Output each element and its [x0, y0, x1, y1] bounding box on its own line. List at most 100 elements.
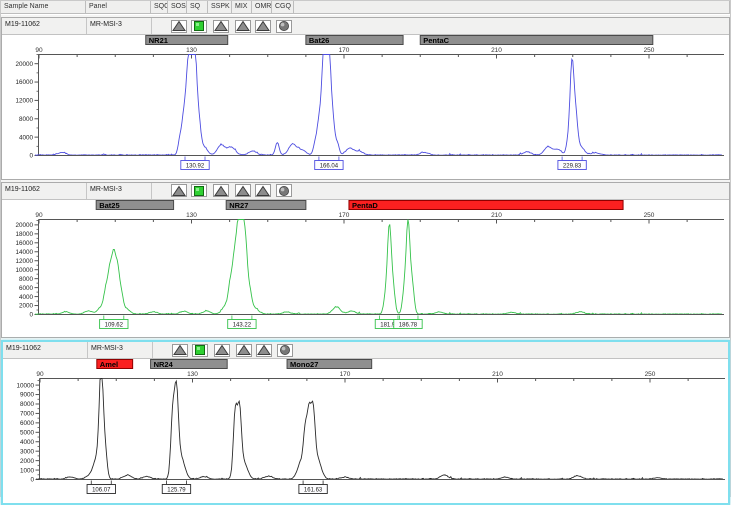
warning-triangle-icon — [237, 344, 251, 356]
sq-flag-button[interactable] — [191, 184, 207, 197]
svg-text:170: 170 — [339, 47, 350, 54]
column-header-sample-name[interactable]: Sample Name — [1, 1, 86, 14]
omr-flag-button[interactable] — [256, 344, 272, 357]
column-header-omr[interactable]: OMR — [252, 1, 272, 14]
sq-flag-button[interactable] — [191, 20, 207, 33]
warning-triangle-icon — [172, 185, 186, 197]
sample-panel-3[interactable]: M19-11062MR-MSI-3AmelNR24Mono27901301702… — [1, 340, 730, 505]
peak-size-label[interactable]: 166.04 — [315, 157, 343, 170]
cgq-flag-cell[interactable] — [274, 342, 296, 358]
electropherogram-plot[interactable]: Bat25NR27PentaD9013017021025002000400060… — [2, 200, 729, 333]
sq-flag-button[interactable] — [192, 344, 208, 357]
panel-name-cell[interactable]: MR-MSI-3 — [88, 342, 153, 358]
omr-flag-button[interactable] — [255, 20, 271, 33]
svg-text:4000: 4000 — [20, 439, 35, 446]
peak-size-label[interactable]: 130.92 — [181, 157, 209, 170]
sample-panel-2[interactable]: M19-11062MR-MSI-3Bat25NR27PentaD90130170… — [1, 182, 730, 339]
gray-sphere-icon — [277, 20, 291, 32]
sspk-flag-cell[interactable] — [210, 342, 234, 358]
column-header-sspk[interactable]: SSPK — [208, 1, 232, 14]
warning-triangle-icon — [256, 20, 270, 32]
sspk-flag-cell[interactable] — [209, 183, 233, 199]
svg-text:0: 0 — [30, 477, 34, 484]
sos-flag-cell[interactable] — [170, 342, 189, 358]
sample-row[interactable]: M19-11062MR-MSI-3 — [2, 18, 729, 35]
warning-triangle-icon — [214, 20, 228, 32]
cgq-flag-cell[interactable] — [273, 18, 295, 34]
omr-flag-cell[interactable] — [253, 18, 273, 34]
svg-text:250: 250 — [645, 371, 656, 378]
svg-text:10000: 10000 — [16, 382, 34, 389]
sspk-flag-button[interactable] — [213, 184, 229, 197]
chart-area[interactable]: NR21Bat26PentaC9013017021025004000800012… — [2, 35, 729, 179]
sqo-flag-cell — [153, 342, 170, 358]
sos-flag-button[interactable] — [171, 184, 187, 197]
svg-text:8000: 8000 — [19, 275, 34, 282]
peak-size-label[interactable]: 229.83 — [558, 157, 586, 170]
chart-area[interactable]: AmelNR24Mono2790130170210250010002000300… — [3, 359, 728, 503]
column-header-mix[interactable]: MIX — [232, 1, 252, 14]
svg-text:8000: 8000 — [19, 116, 34, 123]
green-square-icon — [193, 344, 207, 356]
sspk-flag-button[interactable] — [213, 20, 229, 33]
mix-flag-cell[interactable] — [233, 18, 253, 34]
mix-flag-cell[interactable] — [233, 183, 253, 199]
peak-size-label[interactable]: 161.63 — [299, 481, 327, 494]
electropherogram-plot[interactable]: AmelNR24Mono2790130170210250010002000300… — [3, 359, 730, 498]
marker-bar-bat25: Bat25 — [96, 200, 173, 210]
sample-panel-1[interactable]: M19-11062MR-MSI-3NR21Bat26PentaC90130170… — [1, 17, 730, 180]
sos-flag-button[interactable] — [172, 344, 188, 357]
cgq-flag-button[interactable] — [276, 184, 292, 197]
panel-name-cell[interactable]: MR-MSI-3 — [87, 18, 152, 34]
warning-triangle-icon — [256, 185, 270, 197]
svg-text:NR21: NR21 — [149, 36, 168, 45]
sspk-flag-cell[interactable] — [209, 18, 233, 34]
sq-flag-cell[interactable] — [188, 183, 209, 199]
electropherogram-plot[interactable]: NR21Bat26PentaC9013017021025004000800012… — [2, 35, 729, 174]
mix-flag-button[interactable] — [236, 344, 252, 357]
sos-flag-button[interactable] — [171, 20, 187, 33]
row-filler — [296, 342, 728, 358]
warning-triangle-icon — [236, 20, 250, 32]
trace-line — [35, 55, 721, 156]
peak-size-label[interactable]: 143.22 — [228, 315, 256, 328]
omr-flag-cell[interactable] — [254, 342, 274, 358]
warning-triangle-icon — [236, 185, 250, 197]
marker-bar-nr24: NR24 — [151, 360, 228, 370]
cgq-flag-button[interactable] — [276, 20, 292, 33]
sos-flag-cell[interactable] — [169, 183, 188, 199]
peak-size-label[interactable]: 106.07 — [87, 481, 115, 494]
column-header-cgq[interactable]: CGQ — [272, 1, 294, 14]
sample-name-cell[interactable]: M19-11062 — [3, 342, 88, 358]
mix-flag-cell[interactable] — [234, 342, 254, 358]
svg-text:210: 210 — [492, 371, 503, 378]
sample-row[interactable]: M19-11062MR-MSI-3 — [2, 183, 729, 200]
sample-name-cell[interactable]: M19-11062 — [2, 183, 87, 199]
sos-flag-cell[interactable] — [169, 18, 188, 34]
svg-text:4000: 4000 — [19, 293, 34, 300]
svg-text:90: 90 — [35, 47, 43, 54]
column-header-sqo[interactable]: SQO — [151, 1, 168, 14]
sample-name-cell[interactable]: M19-11062 — [2, 18, 87, 34]
svg-text:210: 210 — [491, 47, 502, 54]
omr-flag-cell[interactable] — [253, 183, 273, 199]
svg-text:130: 130 — [187, 371, 198, 378]
sq-flag-cell[interactable] — [188, 18, 209, 34]
column-header-panel[interactable]: Panel — [86, 1, 151, 14]
chart-area[interactable]: Bat25NR27PentaD9013017021025002000400060… — [2, 200, 729, 338]
cgq-flag-button[interactable] — [277, 344, 293, 357]
peak-size-label[interactable]: 186.78 — [394, 315, 422, 328]
omr-flag-button[interactable] — [255, 184, 271, 197]
mix-flag-button[interactable] — [235, 184, 251, 197]
sample-row[interactable]: M19-11062MR-MSI-3 — [3, 342, 728, 359]
warning-triangle-icon — [214, 185, 228, 197]
column-header-sos[interactable]: SOS — [168, 1, 187, 14]
peak-size-label[interactable]: 109.62 — [100, 315, 128, 328]
peak-size-label[interactable]: 125.79 — [162, 481, 190, 494]
cgq-flag-cell[interactable] — [273, 183, 295, 199]
sspk-flag-button[interactable] — [214, 344, 230, 357]
sq-flag-cell[interactable] — [189, 342, 210, 358]
column-header-sq[interactable]: SQ — [187, 1, 208, 14]
mix-flag-button[interactable] — [235, 20, 251, 33]
panel-name-cell[interactable]: MR-MSI-3 — [87, 183, 152, 199]
